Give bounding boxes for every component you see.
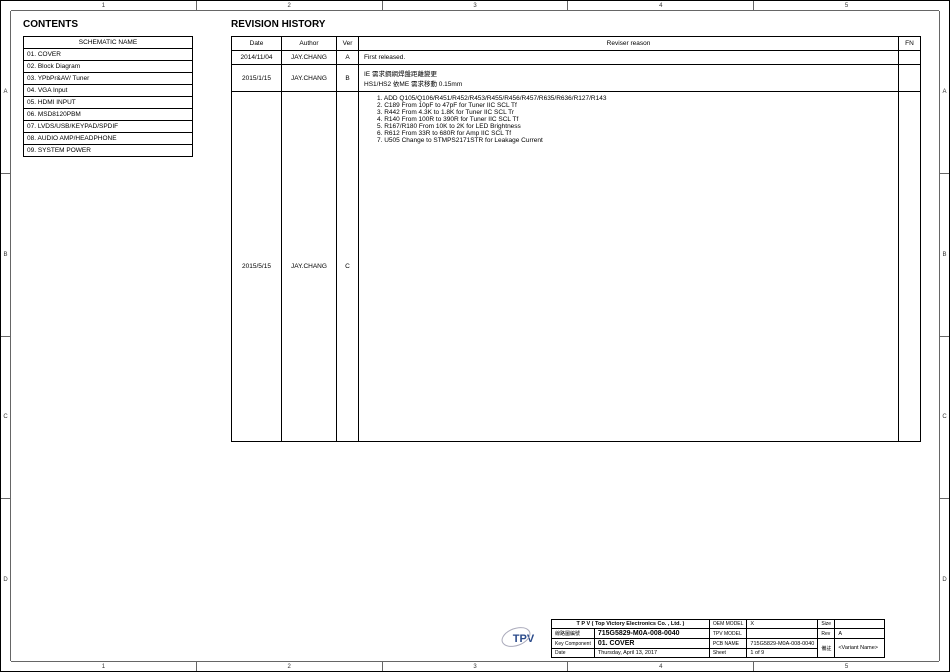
ruler-row: A (1, 11, 10, 173)
rev-fn (899, 92, 921, 442)
contents-item: 03. YPbPr&AV/ Tuner (24, 73, 193, 85)
contents-item: 05. HDMI INPUT (24, 97, 193, 109)
rev-val: A (835, 629, 885, 639)
contents-item: 09. SYSTEM POWER (24, 145, 193, 157)
rev-author: JAY.CHANG (282, 92, 337, 442)
ruler-right: A B C D (939, 11, 949, 661)
ruler-col: 3 (382, 1, 568, 10)
contents-item: 02. Block Diagram (24, 61, 193, 73)
ruler-col: 5 (753, 1, 939, 10)
rev-author: JAY.CHANG (282, 65, 337, 92)
logo-ellipse-icon (499, 623, 533, 650)
lbl-line: 線路圖編號 (552, 629, 595, 639)
schematic-sheet: 1 2 3 4 5 1 2 3 4 5 A B C D A B C D CONT… (0, 0, 950, 672)
rev-date: 2015/5/15 (232, 92, 282, 442)
part-number: 715G5829-M0A-008-0040 (594, 629, 709, 639)
oem-model: X (747, 620, 818, 629)
contents-heading: CONTENTS (23, 19, 78, 30)
ruler-left: A B C D (1, 11, 11, 661)
ruler-row: B (1, 173, 10, 336)
lbl-size: Size (818, 620, 835, 629)
lbl-date: Date (552, 649, 595, 658)
rev-ver: C (337, 92, 359, 442)
rev-col-author: Author (282, 37, 337, 51)
contents-item: 08. AUDIO AMP/HEADPHONE (24, 133, 193, 145)
lbl-pcb: PCB NAME (709, 639, 747, 649)
rev-fn (899, 65, 921, 92)
lbl-key: Key Component (552, 639, 595, 649)
rev-col-fn: FN (899, 37, 921, 51)
rev-reason: IE 需求鋼網焊盤距離變更 HS1/HS2 依ME 需求移動 0.15mm (359, 65, 899, 92)
ruler-top: 1 2 3 4 5 (11, 1, 939, 11)
company-name: T P V ( Top Victory Electronics Co. , Lt… (552, 620, 710, 629)
page-name: 01. COVER (594, 639, 709, 649)
ruler-col: 2 (196, 1, 382, 10)
tpv-model (747, 629, 818, 639)
lbl-oem: OEM MODEL (709, 620, 747, 629)
ruler-row: C (940, 336, 949, 499)
size-val (835, 620, 885, 629)
rev-reason: First released. (359, 51, 899, 65)
ruler-row: C (1, 336, 10, 499)
title-block: TPV T P V ( Top Victory Electronics Co. … (496, 619, 936, 658)
lbl-note: 備註 (818, 639, 835, 658)
rev-fn (899, 51, 921, 65)
revision-heading: REVISION HISTORY (231, 19, 325, 30)
ruler-col: 4 (567, 1, 753, 10)
sheet-val: 1 of 9 (747, 649, 818, 658)
contents-item: 07. LVDS/USB/KEYPAD/SPDIF (24, 121, 193, 133)
ruler-row: A (940, 11, 949, 173)
revision-table: Date Author Ver Reviser reason FN 2014/1… (231, 36, 921, 442)
contents-table: SCHEMATIC NAME 01. COVER 02. Block Diagr… (23, 36, 193, 157)
ruler-col: 4 (567, 662, 753, 671)
rev-col-date: Date (232, 37, 282, 51)
rev-ver: A (337, 51, 359, 65)
contents-item: 06. MSD8120PBM (24, 109, 193, 121)
rev-reason: 1. ADD Q105/Q106/R451/R452/R453/R455/R45… (359, 92, 899, 442)
ruler-bottom: 1 2 3 4 5 (11, 661, 939, 671)
pcb-name: 715G5829-M0A-008-0040 (747, 639, 818, 649)
ruler-col: 2 (196, 662, 382, 671)
date-val: Thursday, April 13, 2017 (594, 649, 709, 658)
ruler-col: 1 (11, 662, 196, 671)
ruler-row: D (940, 498, 949, 661)
rev-ver: B (337, 65, 359, 92)
tpv-logo: TPV (496, 623, 551, 655)
ruler-col: 1 (11, 1, 196, 10)
rev-col-ver: Ver (337, 37, 359, 51)
ruler-col: 3 (382, 662, 568, 671)
rev-date: 2014/11/04 (232, 51, 282, 65)
lbl-sheet: Sheet (709, 649, 747, 658)
contents-header: SCHEMATIC NAME (24, 37, 193, 49)
ruler-col: 5 (753, 662, 939, 671)
contents-item: 01. COVER (24, 49, 193, 61)
title-table: T P V ( Top Victory Electronics Co. , Lt… (551, 619, 885, 658)
variant-name: <Variant Name> (835, 639, 885, 658)
rev-date: 2015/1/15 (232, 65, 282, 92)
ruler-row: D (1, 498, 10, 661)
drawing-area: CONTENTS REVISION HISTORY SCHEMATIC NAME… (11, 11, 939, 661)
contents-item: 04. VGA Input (24, 85, 193, 97)
lbl-rev: Rev (818, 629, 835, 639)
lbl-tpvmodel: TPV MODEL (709, 629, 747, 639)
rev-author: JAY.CHANG (282, 51, 337, 65)
ruler-row: B (940, 173, 949, 336)
rev-col-reason: Reviser reason (359, 37, 899, 51)
